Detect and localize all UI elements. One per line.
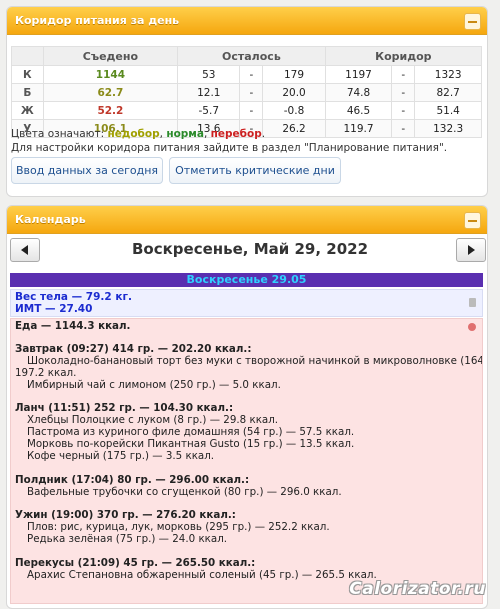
dash: - — [391, 119, 416, 138]
row-label: К — [11, 65, 44, 84]
calendar-panel: Календарь — [6, 205, 488, 609]
color-norm: норма — [166, 128, 204, 140]
table-header: Съедено — [42, 46, 179, 66]
table-header: Осталось — [177, 46, 326, 66]
calendar-title: Календарь — [15, 213, 86, 226]
mark-critical-days-button[interactable]: Отметить критические дни — [169, 157, 341, 184]
corridor-panel: Коридор питания за день Съедено Осталось… — [6, 6, 488, 197]
table-row: Б 62.7 12.1 - 20.0 74.8 - 82.7 — [11, 83, 482, 102]
corridor-to: 132.3 — [414, 119, 482, 138]
next-day-button[interactable] — [456, 238, 486, 262]
color-under: недобор — [107, 128, 160, 140]
date-title: Воскресенье, Май 29, 2022 — [131, 240, 369, 258]
input-today-button[interactable]: Ввод данных за сегодня — [11, 157, 163, 184]
row-label: Ж — [11, 101, 44, 120]
corridor-title: Коридор питания за день — [15, 14, 180, 27]
table-row: Ж 52.2 -5.7 - -0.8 46.5 - 51.4 — [11, 101, 482, 120]
dash: - — [239, 101, 264, 120]
corridor-from: 74.8 — [324, 83, 393, 102]
collapse-icon[interactable] — [464, 13, 481, 30]
corridor-to: 51.4 — [414, 101, 482, 120]
prev-day-button[interactable] — [10, 238, 40, 262]
dash: - — [239, 83, 264, 102]
calendar-panel-header: Календарь — [7, 206, 487, 234]
remaining-to: 20.0 — [262, 83, 326, 102]
corridor-from: 1197 — [324, 65, 393, 84]
dash: - — [239, 65, 264, 84]
table-header-row: Съедено Осталось Коридор — [11, 46, 483, 66]
remaining-to: 26.2 — [262, 119, 326, 138]
watermark: Calorizator.ru — [349, 579, 486, 599]
eaten-value: 62.7 — [42, 83, 179, 102]
remaining-from: 53 — [177, 65, 241, 84]
settings-note: Для настройки коридора питания зайдите в… — [11, 142, 448, 154]
colors-legend: Цвета означают: недобор, норма, перебор. — [11, 128, 266, 140]
corridor-from: 119.7 — [324, 119, 393, 138]
eaten-value: 1144 — [42, 65, 179, 84]
dash: - — [391, 101, 416, 120]
dash: - — [391, 83, 416, 102]
table-row: К 1144 53 - 179 1197 - 1323 — [11, 65, 482, 84]
corridor-to: 82.7 — [414, 83, 482, 102]
table-header — [11, 46, 44, 66]
dash: - — [391, 65, 416, 84]
color-over: перебор — [210, 128, 262, 140]
corridor-table: Съедено Осталось Коридор К 1144 53 - 179… — [11, 46, 483, 138]
row-label: Б — [11, 83, 44, 102]
remaining-to: -0.8 — [262, 101, 326, 120]
remaining-from: -5.7 — [177, 101, 241, 120]
corridor-panel-header: Коридор питания за день — [7, 7, 487, 35]
table-header: Коридор — [324, 46, 483, 66]
colors-prefix: Цвета означают: — [11, 128, 105, 140]
remaining-to: 179 — [262, 65, 326, 84]
corridor-to: 1323 — [414, 65, 482, 84]
corridor-from: 46.5 — [324, 101, 393, 120]
remaining-from: 12.1 — [177, 83, 241, 102]
collapse-icon[interactable] — [464, 212, 481, 229]
eaten-value: 52.2 — [42, 101, 179, 120]
